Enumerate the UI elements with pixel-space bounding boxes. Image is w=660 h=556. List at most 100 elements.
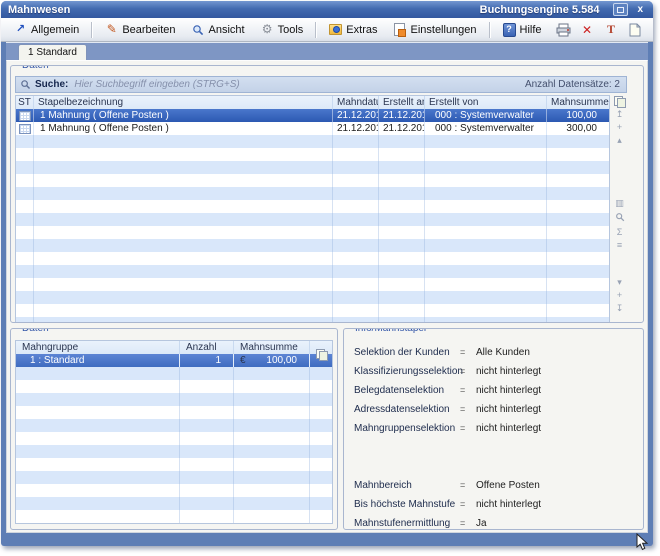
go-to-top-icon[interactable]: ↥ bbox=[616, 108, 624, 121]
menubar: ↗ Allgemein ✎ Bearbeiten Ansicht ⚙ Tools bbox=[1, 18, 653, 42]
menu-extras[interactable]: Extras bbox=[322, 20, 384, 39]
info-row: Adressdatenselektion = nicht hinterlegt bbox=[354, 400, 635, 419]
search-label: Suche: bbox=[35, 79, 68, 90]
info-separator: = bbox=[460, 343, 476, 362]
column-header-erstellt-am[interactable]: Erstellt am bbox=[379, 96, 425, 109]
empty-row bbox=[16, 252, 609, 265]
column-header-stapelbezeichnung[interactable]: Stapelbezeichnung bbox=[34, 96, 333, 109]
magnifier-icon bbox=[192, 23, 205, 36]
menu-label-ansicht: Ansicht bbox=[209, 24, 245, 36]
grid-toolbar: ↥ + ▴ ▥ Σ ≡ ▾ + bbox=[610, 95, 627, 323]
info-value: Ja bbox=[476, 514, 487, 530]
empty-row bbox=[16, 278, 609, 291]
column-header-st[interactable]: ST bbox=[16, 96, 34, 109]
empty-row bbox=[16, 497, 332, 510]
menu-label-tools: Tools bbox=[278, 24, 304, 36]
menu-separator bbox=[315, 22, 317, 38]
delete-button[interactable]: ✕ bbox=[579, 22, 595, 38]
row-type-icon bbox=[16, 122, 34, 135]
search-icon bbox=[20, 79, 31, 90]
info-value: nicht hinterlegt bbox=[476, 495, 541, 514]
menu-einstellungen[interactable]: Einstellungen bbox=[386, 20, 483, 39]
window-restore-glyph bbox=[617, 7, 624, 13]
settings-page-icon bbox=[393, 23, 406, 36]
groupbox-daten-upper: Daten Suche: Anzahl Datensätze: 2 ST bbox=[10, 65, 644, 323]
cell-erstellt-am: 21.12.2016 bbox=[379, 109, 425, 122]
columns-icon[interactable]: ▥ bbox=[615, 197, 624, 210]
tab-panel: Daten Suche: Anzahl Datensätze: 2 ST bbox=[6, 60, 648, 533]
window-subtitle: Buchungsengine 5.584 bbox=[480, 4, 600, 16]
empty-row bbox=[16, 367, 332, 380]
info-separator: = bbox=[460, 476, 476, 495]
go-to-bottom-icon[interactable]: ↧ bbox=[616, 302, 624, 315]
window-restore-icon[interactable] bbox=[613, 3, 628, 16]
column-header-mahndatum[interactable]: Mahndatum bbox=[333, 96, 379, 109]
close-button[interactable]: x bbox=[634, 4, 646, 15]
search-bar: Suche: Anzahl Datensätze: 2 bbox=[15, 76, 627, 93]
grid-header-row: Mahngruppe Anzahl Mahnsumme € bbox=[16, 341, 332, 354]
filter-icon[interactable]: ≡ bbox=[617, 239, 622, 252]
info-label: Belegdatenselektion bbox=[354, 381, 460, 400]
menu-ansicht[interactable]: Ansicht bbox=[185, 20, 252, 39]
empty-row bbox=[16, 226, 609, 239]
groupbox-title: Daten bbox=[19, 65, 52, 71]
empty-row bbox=[16, 291, 609, 304]
table-row-selected[interactable]: 1 : Standard 1 100,00 bbox=[16, 354, 332, 367]
empty-row bbox=[16, 419, 332, 432]
cell-erstellt-am: 21.12.2016 bbox=[379, 122, 425, 135]
info-label: Selektion der Kunden bbox=[354, 343, 460, 362]
column-header-mahnsumme[interactable]: Mahnsumme € bbox=[547, 96, 609, 109]
cell-mahnsumme: 100,00 bbox=[547, 109, 609, 122]
table-row[interactable]: 1 Mahnung ( Offene Posten ) 21.12.2016 2… bbox=[16, 122, 609, 135]
info-row: Mahngruppenselektion = nicht hinterlegt bbox=[354, 419, 635, 438]
search-input[interactable] bbox=[72, 77, 521, 92]
empty-row bbox=[16, 510, 332, 523]
info-label: Mahnstufenermittlung bbox=[354, 514, 460, 530]
empty-row bbox=[16, 148, 609, 161]
window-content: 1 Standard Daten Suche: Anzahl Datensätz… bbox=[6, 42, 648, 533]
empty-row bbox=[16, 380, 332, 393]
cell-mahngruppe: 1 : Standard bbox=[16, 354, 180, 367]
info-label: Klassifizierungsselektion bbox=[354, 362, 460, 381]
row-type-icon bbox=[16, 109, 34, 122]
tab-standard[interactable]: 1 Standard bbox=[18, 44, 87, 60]
groupbox-daten-lower: Daten Mahngruppe Anzahl Mahnsumme € 1 : … bbox=[10, 328, 338, 530]
empty-rows-container bbox=[16, 367, 332, 523]
groupbox-info-mahnstapel: Info/Mahnstapel Selektion der Kunden = A… bbox=[343, 328, 644, 530]
add-row-bottom-icon[interactable]: + bbox=[617, 289, 622, 302]
sum-icon[interactable]: Σ bbox=[617, 226, 623, 239]
info-separator: = bbox=[460, 514, 476, 530]
empty-row bbox=[16, 317, 609, 323]
cell-erstellt-von: 000 : Systemverwalter bbox=[425, 109, 547, 122]
empty-row bbox=[16, 239, 609, 252]
info-value: Offene Posten bbox=[476, 476, 540, 495]
new-document-button[interactable] bbox=[627, 22, 643, 38]
menu-allgemein[interactable]: ↗ Allgemein bbox=[7, 20, 86, 39]
cell-stapelbezeichnung: 1 Mahnung ( Offene Posten ) bbox=[34, 122, 333, 135]
print-button[interactable] bbox=[555, 22, 571, 38]
grid-search-icon[interactable] bbox=[615, 212, 625, 224]
menu-bearbeiten[interactable]: ✎ Bearbeiten bbox=[98, 20, 182, 39]
hammer-button[interactable]: T bbox=[603, 22, 619, 38]
add-row-icon[interactable]: + bbox=[617, 121, 622, 134]
scroll-down-icon[interactable]: ▾ bbox=[617, 276, 622, 289]
table-row-selected[interactable]: 1 Mahnung ( Offene Posten ) 21.12.2016 2… bbox=[16, 109, 609, 122]
copy-icon[interactable] bbox=[614, 96, 625, 106]
column-header-erstellt-von[interactable]: Erstellt von bbox=[425, 96, 547, 109]
menu-hilfe[interactable]: ? Hilfe bbox=[496, 20, 549, 39]
tabstrip: 1 Standard bbox=[6, 43, 648, 60]
menu-separator bbox=[91, 22, 93, 38]
scroll-up-icon[interactable]: ▴ bbox=[617, 134, 622, 147]
empty-row bbox=[16, 213, 609, 226]
menu-label-hilfe: Hilfe bbox=[520, 24, 542, 36]
menu-tools[interactable]: ⚙ Tools bbox=[254, 20, 311, 39]
empty-rows-container bbox=[16, 135, 609, 323]
empty-row bbox=[16, 458, 332, 471]
info-value: nicht hinterlegt bbox=[476, 362, 541, 381]
info-value: nicht hinterlegt bbox=[476, 381, 541, 400]
info-separator: = bbox=[460, 495, 476, 514]
menu-separator bbox=[489, 22, 491, 38]
empty-row bbox=[16, 471, 332, 484]
arrow-ne-icon: ↗ bbox=[14, 23, 27, 36]
empty-row bbox=[16, 406, 332, 419]
